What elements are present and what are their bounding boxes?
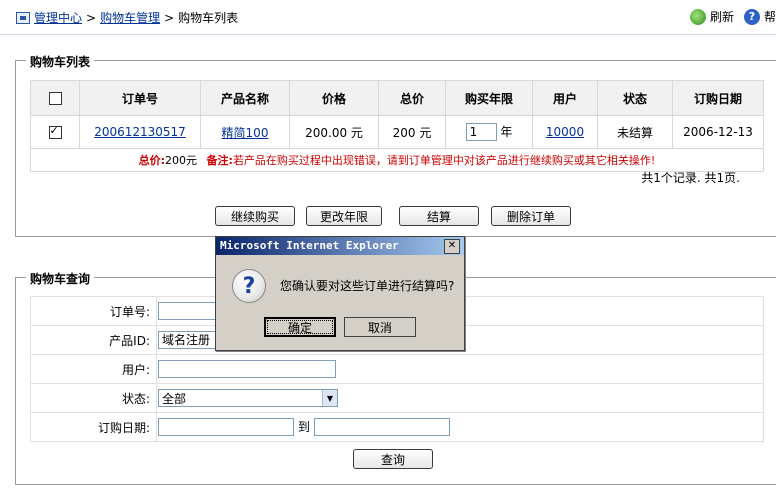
header-status: 状态 [597,80,673,116]
note-remark-text: 若产品在购买过程中出现错误，请到订单管理中对该产品进行继续购买或其它相关操作! [232,154,656,167]
refresh-icon [689,8,706,25]
breadcrumb-cart-list: 购物车列表 [178,11,239,25]
select-all-checkbox[interactable] [48,92,62,105]
years-unit: 年 [500,124,513,139]
header-product: 产品名称 [200,80,290,116]
date-field-cell: 到 [156,412,764,442]
total-cell: 200 元 [378,115,446,149]
status-cell: 未结算 [597,115,673,149]
dialog-ok-button[interactable]: 确定 [264,317,336,337]
header-user: 用户 [532,80,598,116]
query-submit-button[interactable]: 查询 [353,449,433,469]
product-id-label: 产品ID: [30,325,157,355]
dialog-title-bar: Microsoft Internet Explorer ✕ [216,237,464,255]
top-actions: 刷新 ? 帮助 [689,8,776,25]
refresh-label: 刷新 [709,10,734,24]
help-icon: ? [743,8,760,25]
date-to-label: 到 [297,419,310,434]
header-years: 购买年限 [445,80,533,116]
top-bar: 管理中心 > 购物车管理 > 购物车列表 刷新 ? 帮助 [0,0,776,35]
close-icon[interactable]: ✕ [444,239,460,254]
date-cell: 2006-12-13 [672,115,764,149]
header-date: 订购日期 [672,80,764,116]
cart-list-panel: 购物车列表 订单号 产品名称 价格 总价 购买年限 用户 状态 订购日期 200… [15,53,776,237]
change-years-button[interactable]: 更改年限 [306,206,382,226]
date-label: 订购日期: [30,412,157,442]
confirm-dialog: Microsoft Internet Explorer ✕ ? 您确认要对这些订… [215,236,465,351]
order-no-cell: 200612130517 [79,115,201,149]
user-label: 用户: [30,354,157,384]
status-select[interactable]: 全部 ▼ [158,389,338,407]
user-link[interactable]: 10000 [546,125,584,139]
dialog-title: Microsoft Internet Explorer [220,239,399,252]
note-total-value: 200元 [165,154,198,167]
user-field-cell [156,354,764,384]
date-to-input[interactable] [313,418,450,437]
continue-purchase-button[interactable]: 继续购买 [215,206,295,226]
delete-order-button[interactable]: 删除订单 [491,206,571,226]
header-total: 总价 [378,80,446,116]
help-button[interactable]: ? 帮助 [743,8,776,25]
select-all-cell [30,80,80,116]
dialog-cancel-button[interactable]: 取消 [344,317,416,337]
order-no-link[interactable]: 200612130517 [94,125,186,139]
years-cell: 1 年 [445,115,533,149]
row-checkbox[interactable] [48,124,62,139]
refresh-button[interactable]: 刷新 [689,8,734,25]
price-cell: 200.00 元 [289,115,379,149]
query-row-user: 用户: [30,354,764,384]
dialog-message: 您确认要对这些订单进行结算吗? [280,279,455,293]
help-label: 帮助 [763,10,776,24]
date-from-input[interactable] [158,418,294,437]
product-cell: 精简100 [200,115,290,149]
note-total-label: 总价: [138,154,166,167]
status-field-cell: 全部 ▼ [156,383,764,413]
row-select-cell [30,115,80,149]
checkout-button[interactable]: 结算 [399,206,479,226]
status-select-value: 全部 [162,391,187,406]
breadcrumb-icon [16,11,30,24]
question-icon: ? [232,269,266,303]
status-label: 状态: [30,383,157,413]
query-row-status: 状态: 全部 ▼ [30,383,764,413]
query-row-date: 订购日期: 到 [30,412,764,442]
product-link[interactable]: 精简100 [222,126,269,140]
years-input[interactable]: 1 [465,123,497,142]
table-row: 200612130517 精简100 200.00 元 200 元 1 年 10… [30,115,764,149]
order-no-label: 订单号: [30,296,157,326]
header-order-no: 订单号 [79,80,201,116]
user-input[interactable] [158,360,336,378]
cart-table-header: 订单号 产品名称 价格 总价 购买年限 用户 状态 订购日期 [30,80,764,116]
cart-query-legend: 购物车查询 [26,270,95,287]
user-cell: 10000 [532,115,598,149]
breadcrumb-separator: > [164,10,175,25]
breadcrumb-cart-management[interactable]: 购物车管理 [100,9,160,26]
header-price: 价格 [289,80,379,116]
breadcrumb-separator: > [86,10,97,25]
record-summary: 共1个记录. 共1页. [641,171,740,185]
chevron-down-icon[interactable]: ▼ [322,390,337,406]
breadcrumb: 管理中心 > 购物车管理 > 购物车列表 [16,9,238,26]
cart-table: 订单号 产品名称 价格 总价 购买年限 用户 状态 订购日期 200612130… [30,80,764,172]
breadcrumb-admin-center[interactable]: 管理中心 [34,9,82,26]
note-remark-label: 备注: [206,154,233,167]
cart-list-legend: 购物车列表 [26,53,95,70]
